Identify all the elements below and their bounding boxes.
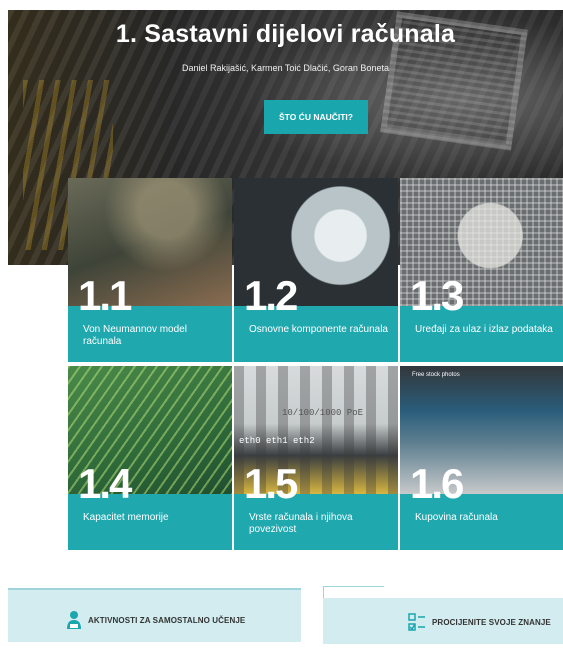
- laptop-screen-text: Free stock photos: [412, 372, 460, 378]
- self-study-link[interactable]: AKTIVNOSTI ZA SAMOSTALNO UČENJE: [66, 610, 245, 630]
- card-label: Uređaji za ulaz i izlaz podataka: [415, 324, 553, 335]
- switch-speed-text: 10/100/1000 PoE: [282, 408, 364, 418]
- card-number: 1.6: [410, 460, 464, 507]
- chapter-grid: 1.1 Von Neumannov model računala 1.2 Osn…: [68, 178, 563, 550]
- chapter-card-1-5[interactable]: 10/100/1000 PoE eth0 eth1 eth2 1.5 Vrste…: [234, 366, 398, 550]
- assess-label: PROCIJENITE SVOJE ZNANJE: [432, 617, 551, 627]
- what-will-i-learn-button[interactable]: ŠTO ĆU NAUČITI?: [264, 100, 368, 134]
- switch-ports-text: eth0 eth1 eth2: [239, 436, 315, 446]
- card-label: Vrste računala i njihova povezivost: [249, 512, 353, 535]
- chapter-card-1-6[interactable]: Free stock photos 1.6 Kupovina računala: [400, 366, 563, 550]
- chapter-card-1-1[interactable]: 1.1 Von Neumannov model računala: [68, 178, 232, 362]
- assess-panel: PROCIJENITE SVOJE ZNANJE: [323, 598, 563, 644]
- assess-knowledge-link[interactable]: PROCIJENITE SVOJE ZNANJE: [408, 612, 551, 632]
- card-label: Kapacitet memorije: [83, 512, 169, 523]
- student-icon: [66, 610, 82, 630]
- card-number: 1.2: [244, 272, 298, 319]
- authors: Daniel Rakijašić, Karmen Toić Dlačić, Go…: [182, 63, 389, 73]
- card-number: 1.4: [78, 460, 132, 507]
- self-study-label: AKTIVNOSTI ZA SAMOSTALNO UČENJE: [88, 615, 246, 625]
- card-number: 1.5: [244, 460, 298, 507]
- checklist-icon: [408, 612, 426, 632]
- self-study-panel: AKTIVNOSTI ZA SAMOSTALNO UČENJE: [8, 588, 301, 642]
- chapter-card-1-4[interactable]: 1.4 Kapacitet memorije: [68, 366, 232, 550]
- card-number: 1.1: [78, 272, 132, 319]
- card-number: 1.3: [410, 272, 464, 319]
- card-label: Osnovne komponente računala: [249, 324, 388, 335]
- page-title: 1. Sastavni dijelovi računala: [115, 20, 456, 48]
- card-label: Kupovina računala: [415, 512, 498, 523]
- card-label: Von Neumannov model računala: [83, 324, 187, 347]
- chapter-card-1-2[interactable]: 1.2 Osnovne komponente računala: [234, 178, 398, 362]
- chapter-card-1-3[interactable]: 1.3 Uređaji za ulaz i izlaz podataka: [400, 178, 563, 362]
